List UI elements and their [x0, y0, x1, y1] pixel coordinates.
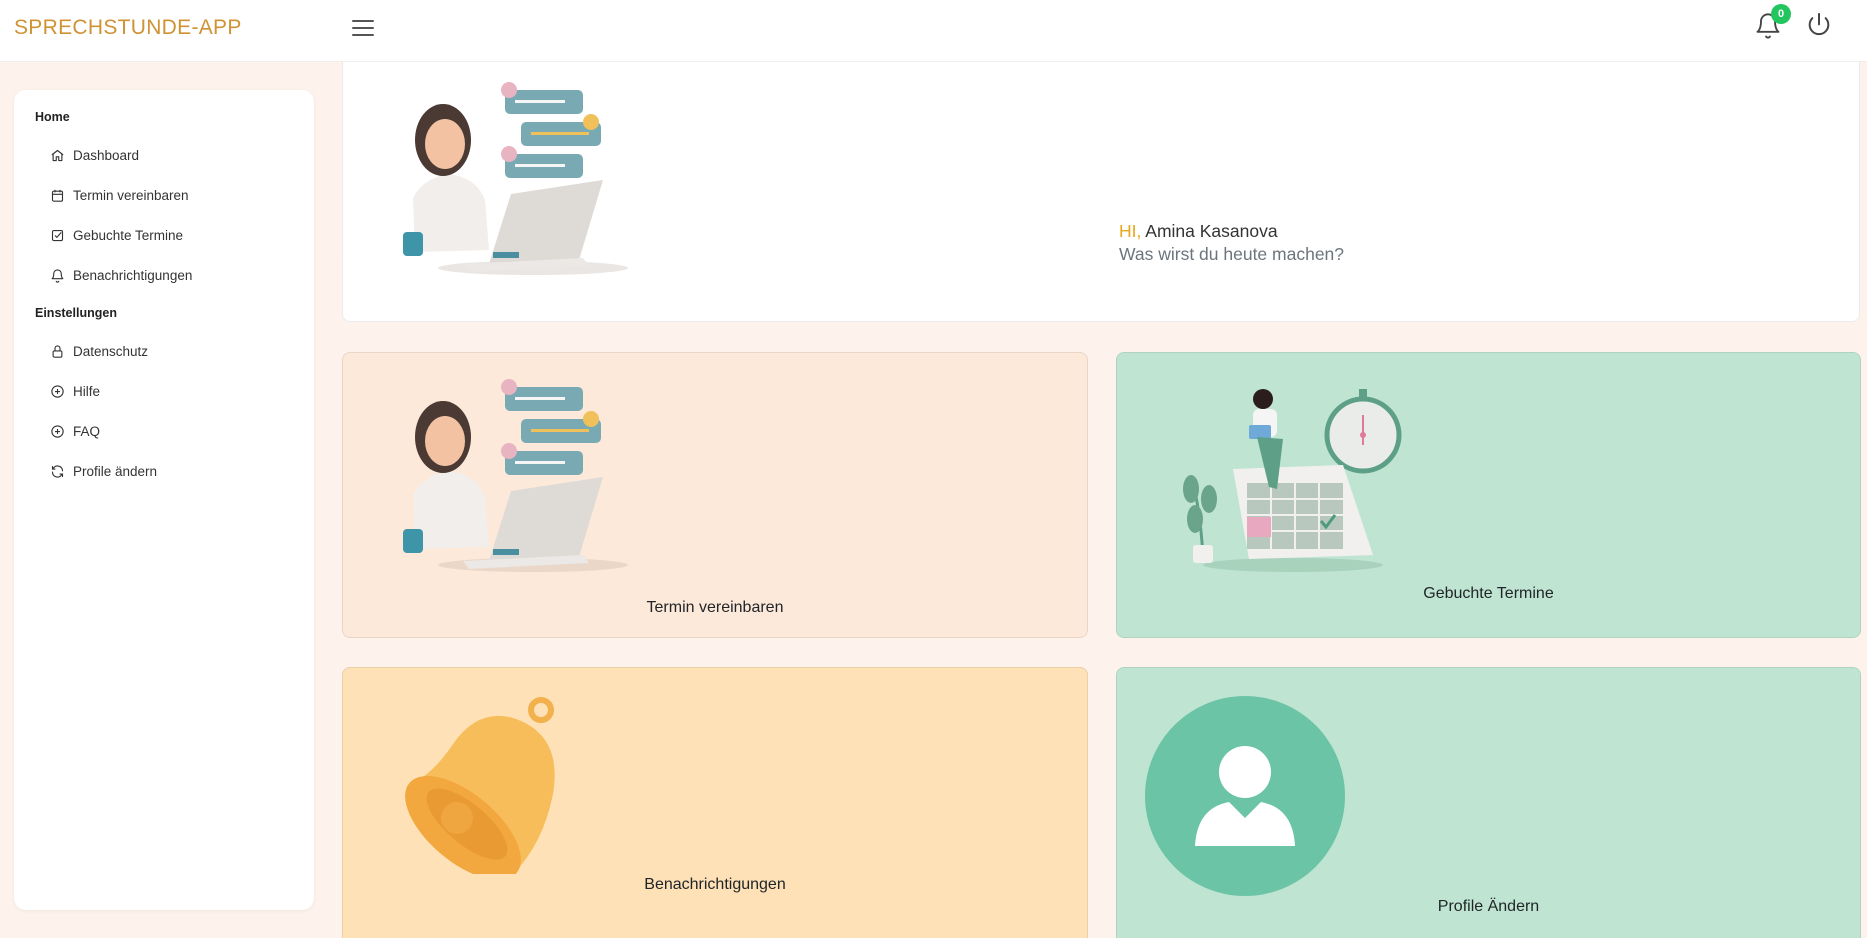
refresh-icon	[49, 463, 65, 479]
card-label: Profile Ändern	[1437, 898, 1540, 915]
woman-laptop-chat-illustration	[403, 82, 628, 275]
card-label: Benachrichtigungen	[644, 876, 786, 893]
card-profile-aendern[interactable]: Profile Ändern	[1116, 667, 1861, 938]
sidebar-item-gebuchte-termine[interactable]: Gebuchte Termine	[49, 220, 299, 250]
sidebar-section-home: Home	[35, 110, 70, 124]
sidebar-item-label: Benachrichtigungen	[73, 267, 193, 283]
bell-illustration	[405, 697, 555, 874]
greeting-hi: HI,	[1119, 221, 1142, 241]
logout-power-icon[interactable]	[1805, 11, 1835, 41]
plus-circle-icon	[49, 383, 65, 399]
user-avatar-illustration	[1145, 696, 1345, 896]
home-icon	[49, 147, 65, 163]
plus-circle-icon	[49, 423, 65, 439]
sidebar-item-label: Datenschutz	[73, 343, 149, 359]
greeting: HI, Amina Kasanova Was wirst du heute ma…	[1119, 220, 1344, 266]
card-label: Gebuchte Termine	[1423, 585, 1554, 602]
sidebar-item-label: Termin vereinbaren	[73, 187, 189, 203]
sidebar-item-benachrichtigungen[interactable]: Benachrichtigungen	[49, 260, 299, 290]
checkbox-icon	[49, 227, 65, 243]
sidebar-section-einstellungen: Einstellungen	[35, 306, 117, 320]
calendar-clock-illustration	[1183, 389, 1402, 572]
sidebar-item-label: Profile ändern	[73, 463, 158, 479]
woman-laptop-chat-illustration	[403, 379, 628, 572]
sidebar-item-dashboard[interactable]: Dashboard	[49, 140, 299, 170]
sidebar-item-label: FAQ	[73, 423, 101, 439]
sidebar-item-datenschutz[interactable]: Datenschutz	[49, 336, 299, 366]
app-title[interactable]: SPRECHSTUNDE-APP	[14, 16, 242, 40]
card-termin-vereinbaren[interactable]: Termin vereinbaren	[342, 352, 1088, 638]
welcome-card: HI, Amina Kasanova Was wirst du heute ma…	[342, 62, 1860, 322]
top-bar: SPRECHSTUNDE-APP 0	[0, 0, 1867, 62]
sidebar-item-profile-aendern[interactable]: Profile ändern	[49, 456, 299, 486]
card-gebuchte-termine[interactable]: Gebuchte Termine	[1116, 352, 1861, 638]
sidebar-item-termin-vereinbaren[interactable]: Termin vereinbaren	[49, 180, 299, 210]
card-label: Termin vereinbaren	[646, 599, 784, 616]
notification-count-badge: 0	[1771, 4, 1791, 24]
sidebar-item-label: Dashboard	[73, 147, 140, 163]
sidebar-item-hilfe[interactable]: Hilfe	[49, 376, 299, 406]
calendar-icon	[49, 187, 65, 203]
bell-icon	[49, 267, 65, 283]
user-name: Amina Kasanova	[1145, 221, 1278, 241]
sidebar: Home Dashboard Termin vereinbaren Gebuch…	[14, 90, 314, 910]
menu-toggle-icon[interactable]	[351, 17, 375, 39]
lock-icon	[49, 343, 65, 359]
greeting-subtitle: Was wirst du heute machen?	[1119, 244, 1345, 264]
sidebar-item-label: Hilfe	[73, 383, 101, 399]
sidebar-item-label: Gebuchte Termine	[73, 227, 184, 243]
card-benachrichtigungen[interactable]: Benachrichtigungen	[342, 667, 1088, 938]
sidebar-item-faq[interactable]: FAQ	[49, 416, 299, 446]
